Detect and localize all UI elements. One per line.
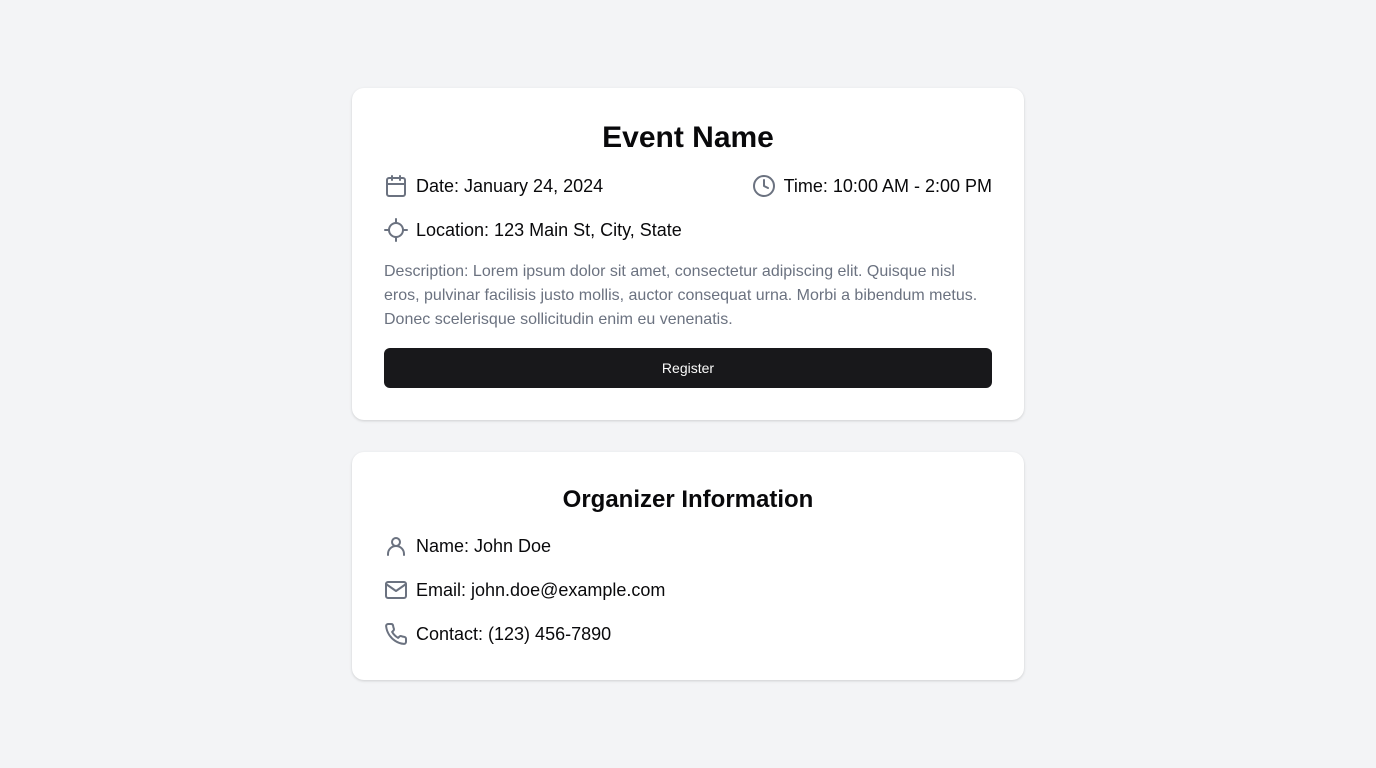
event-card: Event Name Date: January 24, 2024 Time: … [352,88,1024,420]
event-title: Event Name [602,121,774,154]
organizer-email-text: Email: john.doe@example.com [416,580,666,600]
organizer-title: Organizer Information [562,486,814,513]
phone-icon [384,622,408,646]
organizer-email: Email: john.doe@example.com [384,576,665,604]
event-location-text: Location: 123 Main St, City, State [416,220,682,240]
event-description: Description: Lorem ipsum dolor sit amet,… [384,263,978,328]
event-time: Time: 10:00 AM - 2:00 PM [752,172,992,200]
register-button[interactable]: Register [384,348,992,388]
mail-icon [384,578,408,602]
clock-icon [752,174,776,198]
event-date-text: Date: January 24, 2024 [416,176,604,196]
event-time-text: Time: 10:00 AM - 2:00 PM [783,176,992,196]
organizer-card: Organizer Information Name: John Doe Ema… [352,452,1024,680]
event-location: Location: 123 Main St, City, State [384,216,682,244]
organizer-contact: Contact: (123) 456-7890 [384,620,611,648]
crosshair-icon [384,218,408,242]
organizer-contact-text: Contact: (123) 456-7890 [416,624,612,644]
event-date: Date: January 24, 2024 [384,172,603,200]
calendar-icon [384,174,408,198]
user-icon [384,534,408,558]
organizer-name: Name: John Doe [384,532,551,560]
organizer-name-text: Name: John Doe [416,536,552,556]
